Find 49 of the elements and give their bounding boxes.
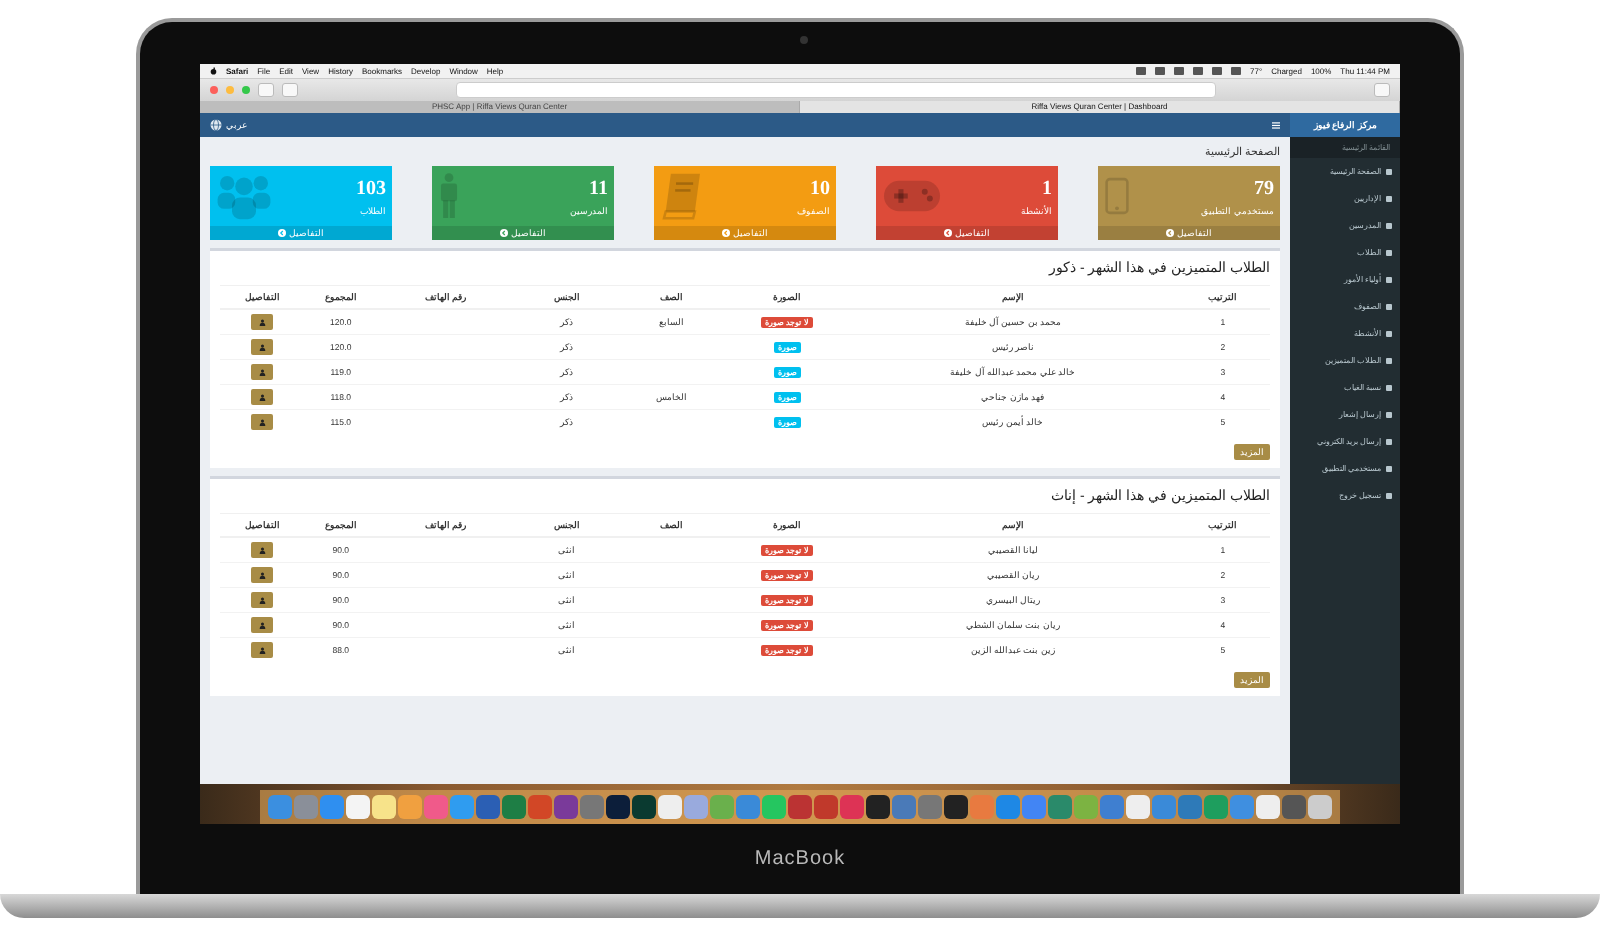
- group-icon: [216, 172, 272, 220]
- user-icon: [258, 418, 266, 426]
- details-button[interactable]: [251, 592, 273, 608]
- user-icon: [258, 546, 266, 554]
- apple-icon[interactable]: [210, 67, 217, 75]
- user-icon: [258, 596, 266, 604]
- close-icon[interactable]: [210, 86, 218, 94]
- stat-value: 1: [1040, 176, 1052, 200]
- app-icon[interactable]: [944, 795, 968, 819]
- share-button[interactable]: [1374, 83, 1390, 97]
- maximize-icon[interactable]: [242, 86, 250, 94]
- back-button[interactable]: [258, 83, 274, 97]
- app-icon[interactable]: [554, 795, 578, 819]
- brand-label: MacBook: [754, 848, 846, 870]
- address-field[interactable]: [456, 82, 1216, 98]
- app-icon[interactable]: [632, 795, 656, 819]
- stat-value: 11: [587, 176, 608, 200]
- menu-icon[interactable]: [1272, 121, 1280, 129]
- person-icon: [438, 170, 460, 222]
- stat-value: 10: [808, 176, 830, 200]
- user-icon: [258, 343, 266, 351]
- details-button[interactable]: [251, 617, 273, 633]
- user-icon: [258, 646, 266, 654]
- app-icon[interactable]: [866, 795, 890, 819]
- stat-value: 103: [356, 176, 386, 200]
- minimize-icon[interactable]: [226, 86, 234, 94]
- app-icon[interactable]: [606, 795, 630, 819]
- globe-icon[interactable]: [210, 119, 222, 131]
- stat-value: 79: [1252, 176, 1274, 200]
- forward-button[interactable]: [282, 83, 298, 97]
- user-icon: [258, 368, 266, 376]
- user-icon: [258, 318, 266, 326]
- app-icon[interactable]: [1256, 795, 1280, 819]
- details-button[interactable]: [251, 414, 273, 430]
- user-icon: [258, 621, 266, 629]
- details-button[interactable]: [251, 339, 273, 355]
- gamepad-icon: [882, 179, 942, 213]
- user-icon: [258, 571, 266, 579]
- details-button[interactable]: [251, 314, 273, 330]
- details-button[interactable]: [251, 364, 273, 380]
- details-button[interactable]: [251, 542, 273, 558]
- details-button[interactable]: [251, 389, 273, 405]
- user-icon: [258, 393, 266, 401]
- phone-icon: [1104, 177, 1130, 215]
- app-icon[interactable]: [346, 795, 370, 819]
- book-icon: [660, 172, 704, 220]
- details-button[interactable]: [251, 642, 273, 658]
- details-button[interactable]: [251, 567, 273, 583]
- camera-icon: [800, 36, 808, 44]
